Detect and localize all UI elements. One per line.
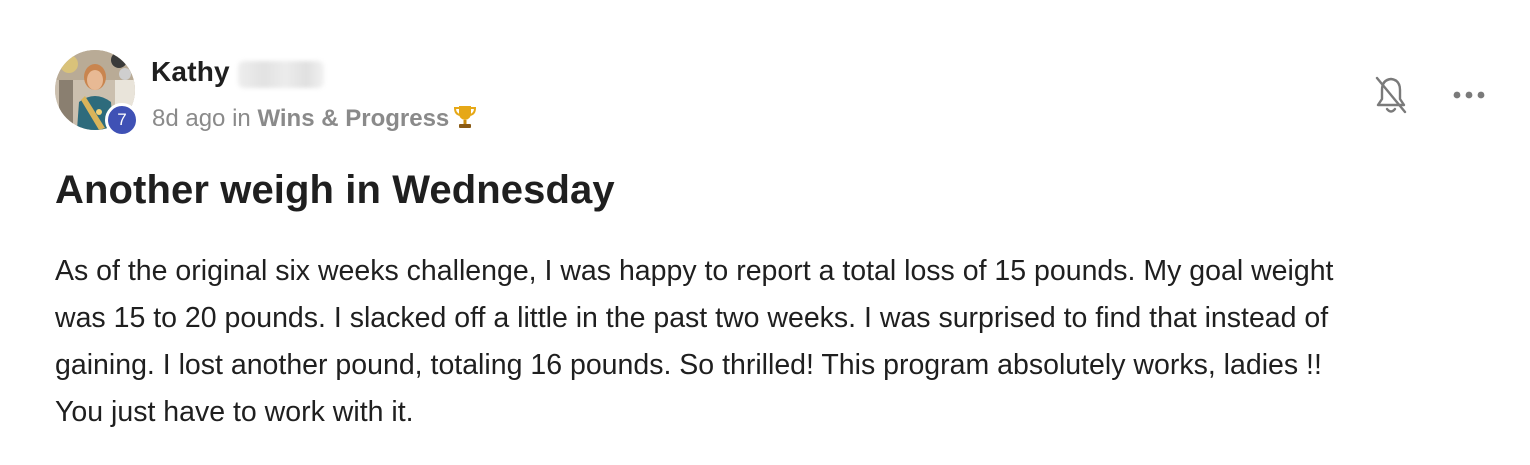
- more-horizontal-icon: [1453, 91, 1485, 99]
- bell-off-icon: [1375, 76, 1407, 114]
- post-header: 7 Kathy 8d ago in Wins & Progress: [55, 50, 1495, 137]
- more-options-button[interactable]: [1449, 84, 1489, 106]
- meta-in-word: in: [232, 105, 251, 132]
- post-title[interactable]: Another weigh in Wednesday: [55, 168, 615, 213]
- post-age[interactable]: 8d ago: [152, 105, 225, 132]
- notification-toggle-button[interactable]: [1373, 74, 1409, 116]
- post-body-line: was 15 to 20 pounds. I slacked off a lit…: [55, 302, 1329, 334]
- redacted-surname: [238, 61, 324, 88]
- category-link[interactable]: Wins & Progress: [257, 105, 449, 132]
- post-body: As of the original six weeks challenge, …: [55, 248, 1505, 436]
- post-card: 7 Kathy 8d ago in Wins & Progress Anothe…: [0, 0, 1530, 465]
- post-body-line: gaining. I lost another pound, totaling …: [55, 349, 1322, 381]
- post-body-line: As of the original six weeks challenge, …: [55, 255, 1334, 287]
- post-meta: 8d ago in Wins & Progress: [152, 104, 477, 133]
- author-avatar[interactable]: 7: [55, 50, 139, 137]
- trophy-icon: [453, 104, 477, 130]
- post-body-line: You just have to work with it.: [55, 396, 414, 428]
- level-badge: 7: [105, 103, 139, 137]
- author-name[interactable]: Kathy: [151, 56, 230, 88]
